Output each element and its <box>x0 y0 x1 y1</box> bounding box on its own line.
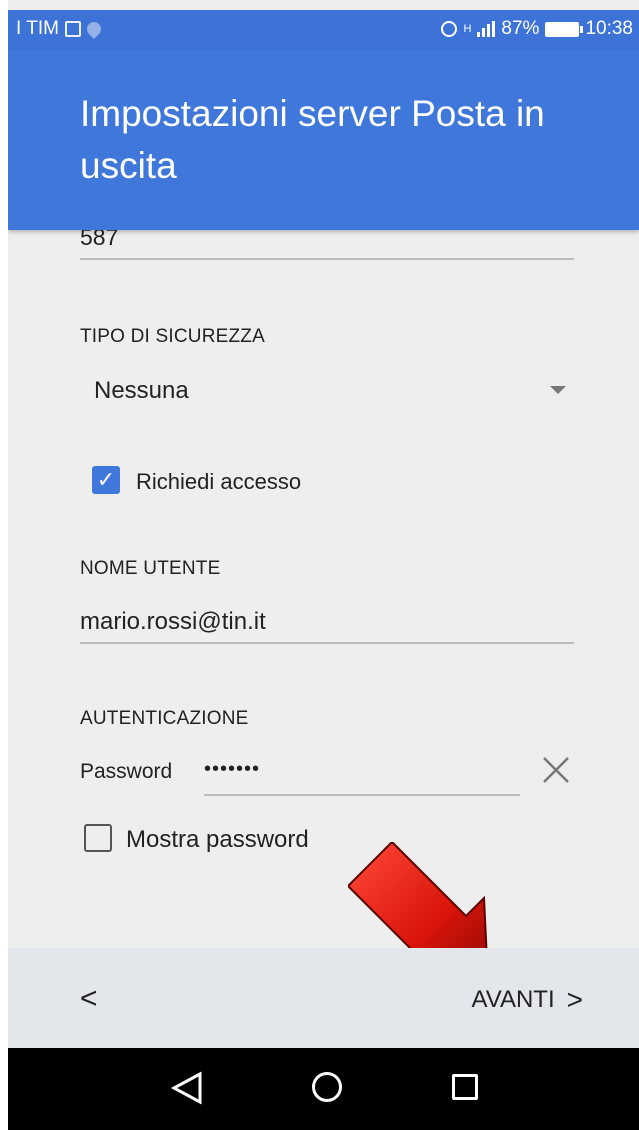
status-right: H 87% 10:38 <box>441 18 633 40</box>
phone-screen: I TIM H 87% 10:38 Impostazioni server Po… <box>8 0 639 1130</box>
next-label: AVANTI <box>471 986 555 1013</box>
bottom-action-bar: < AVANTI > <box>8 948 639 1048</box>
clock: 10:38 <box>585 18 633 39</box>
carrier-name: I TIM <box>16 18 59 39</box>
settings-form: 587 TIPO DI SICUREZZA Nessuna ✓ Richiedi… <box>8 224 639 984</box>
password-label: Password <box>80 760 173 783</box>
clear-password-icon[interactable] <box>538 752 574 788</box>
password-underline <box>204 794 520 796</box>
security-type-select[interactable]: Nessuna <box>94 377 189 405</box>
next-button[interactable]: AVANTI > <box>472 984 583 1016</box>
require-signin-label[interactable]: Richiedi accesso <box>136 469 301 495</box>
status-bar: I TIM H 87% 10:38 <box>8 10 639 50</box>
nav-recents-icon[interactable] <box>452 1074 478 1100</box>
show-password-checkbox[interactable] <box>84 824 112 852</box>
battery-percent: 87% <box>501 18 540 39</box>
nav-back-icon[interactable] <box>170 1070 204 1106</box>
show-password-label[interactable]: Mostra password <box>126 826 309 854</box>
alarm-icon <box>441 21 458 37</box>
status-left: I TIM <box>16 18 104 40</box>
username-label: NOME UTENTE <box>80 558 221 579</box>
app-bar: Impostazioni server Posta in uscita <box>8 50 639 230</box>
system-navigation-bar <box>8 1048 639 1130</box>
username-field[interactable]: mario.rossi@tin.it <box>80 608 266 636</box>
nav-home-icon[interactable] <box>312 1072 342 1102</box>
username-underline <box>80 642 574 644</box>
authentication-label: AUTENTICAZIONE <box>80 708 249 729</box>
port-underline <box>80 258 574 260</box>
signal-icon <box>477 21 496 37</box>
battery-icon <box>545 21 584 37</box>
page-title: Impostazioni server Posta in uscita <box>80 93 545 186</box>
chevron-right-icon: > <box>566 984 583 1015</box>
security-type-label: TIPO DI SICUREZZA <box>80 326 265 347</box>
dropdown-arrow-icon[interactable] <box>550 386 566 394</box>
back-button[interactable]: < <box>80 982 98 1016</box>
wifi-icon <box>84 19 104 39</box>
image-notification-icon <box>64 21 81 37</box>
require-signin-checkbox[interactable]: ✓ <box>92 466 120 494</box>
password-field[interactable]: ••••••• <box>204 758 260 781</box>
network-type: H <box>463 23 472 35</box>
checkmark-icon: ✓ <box>96 467 116 492</box>
